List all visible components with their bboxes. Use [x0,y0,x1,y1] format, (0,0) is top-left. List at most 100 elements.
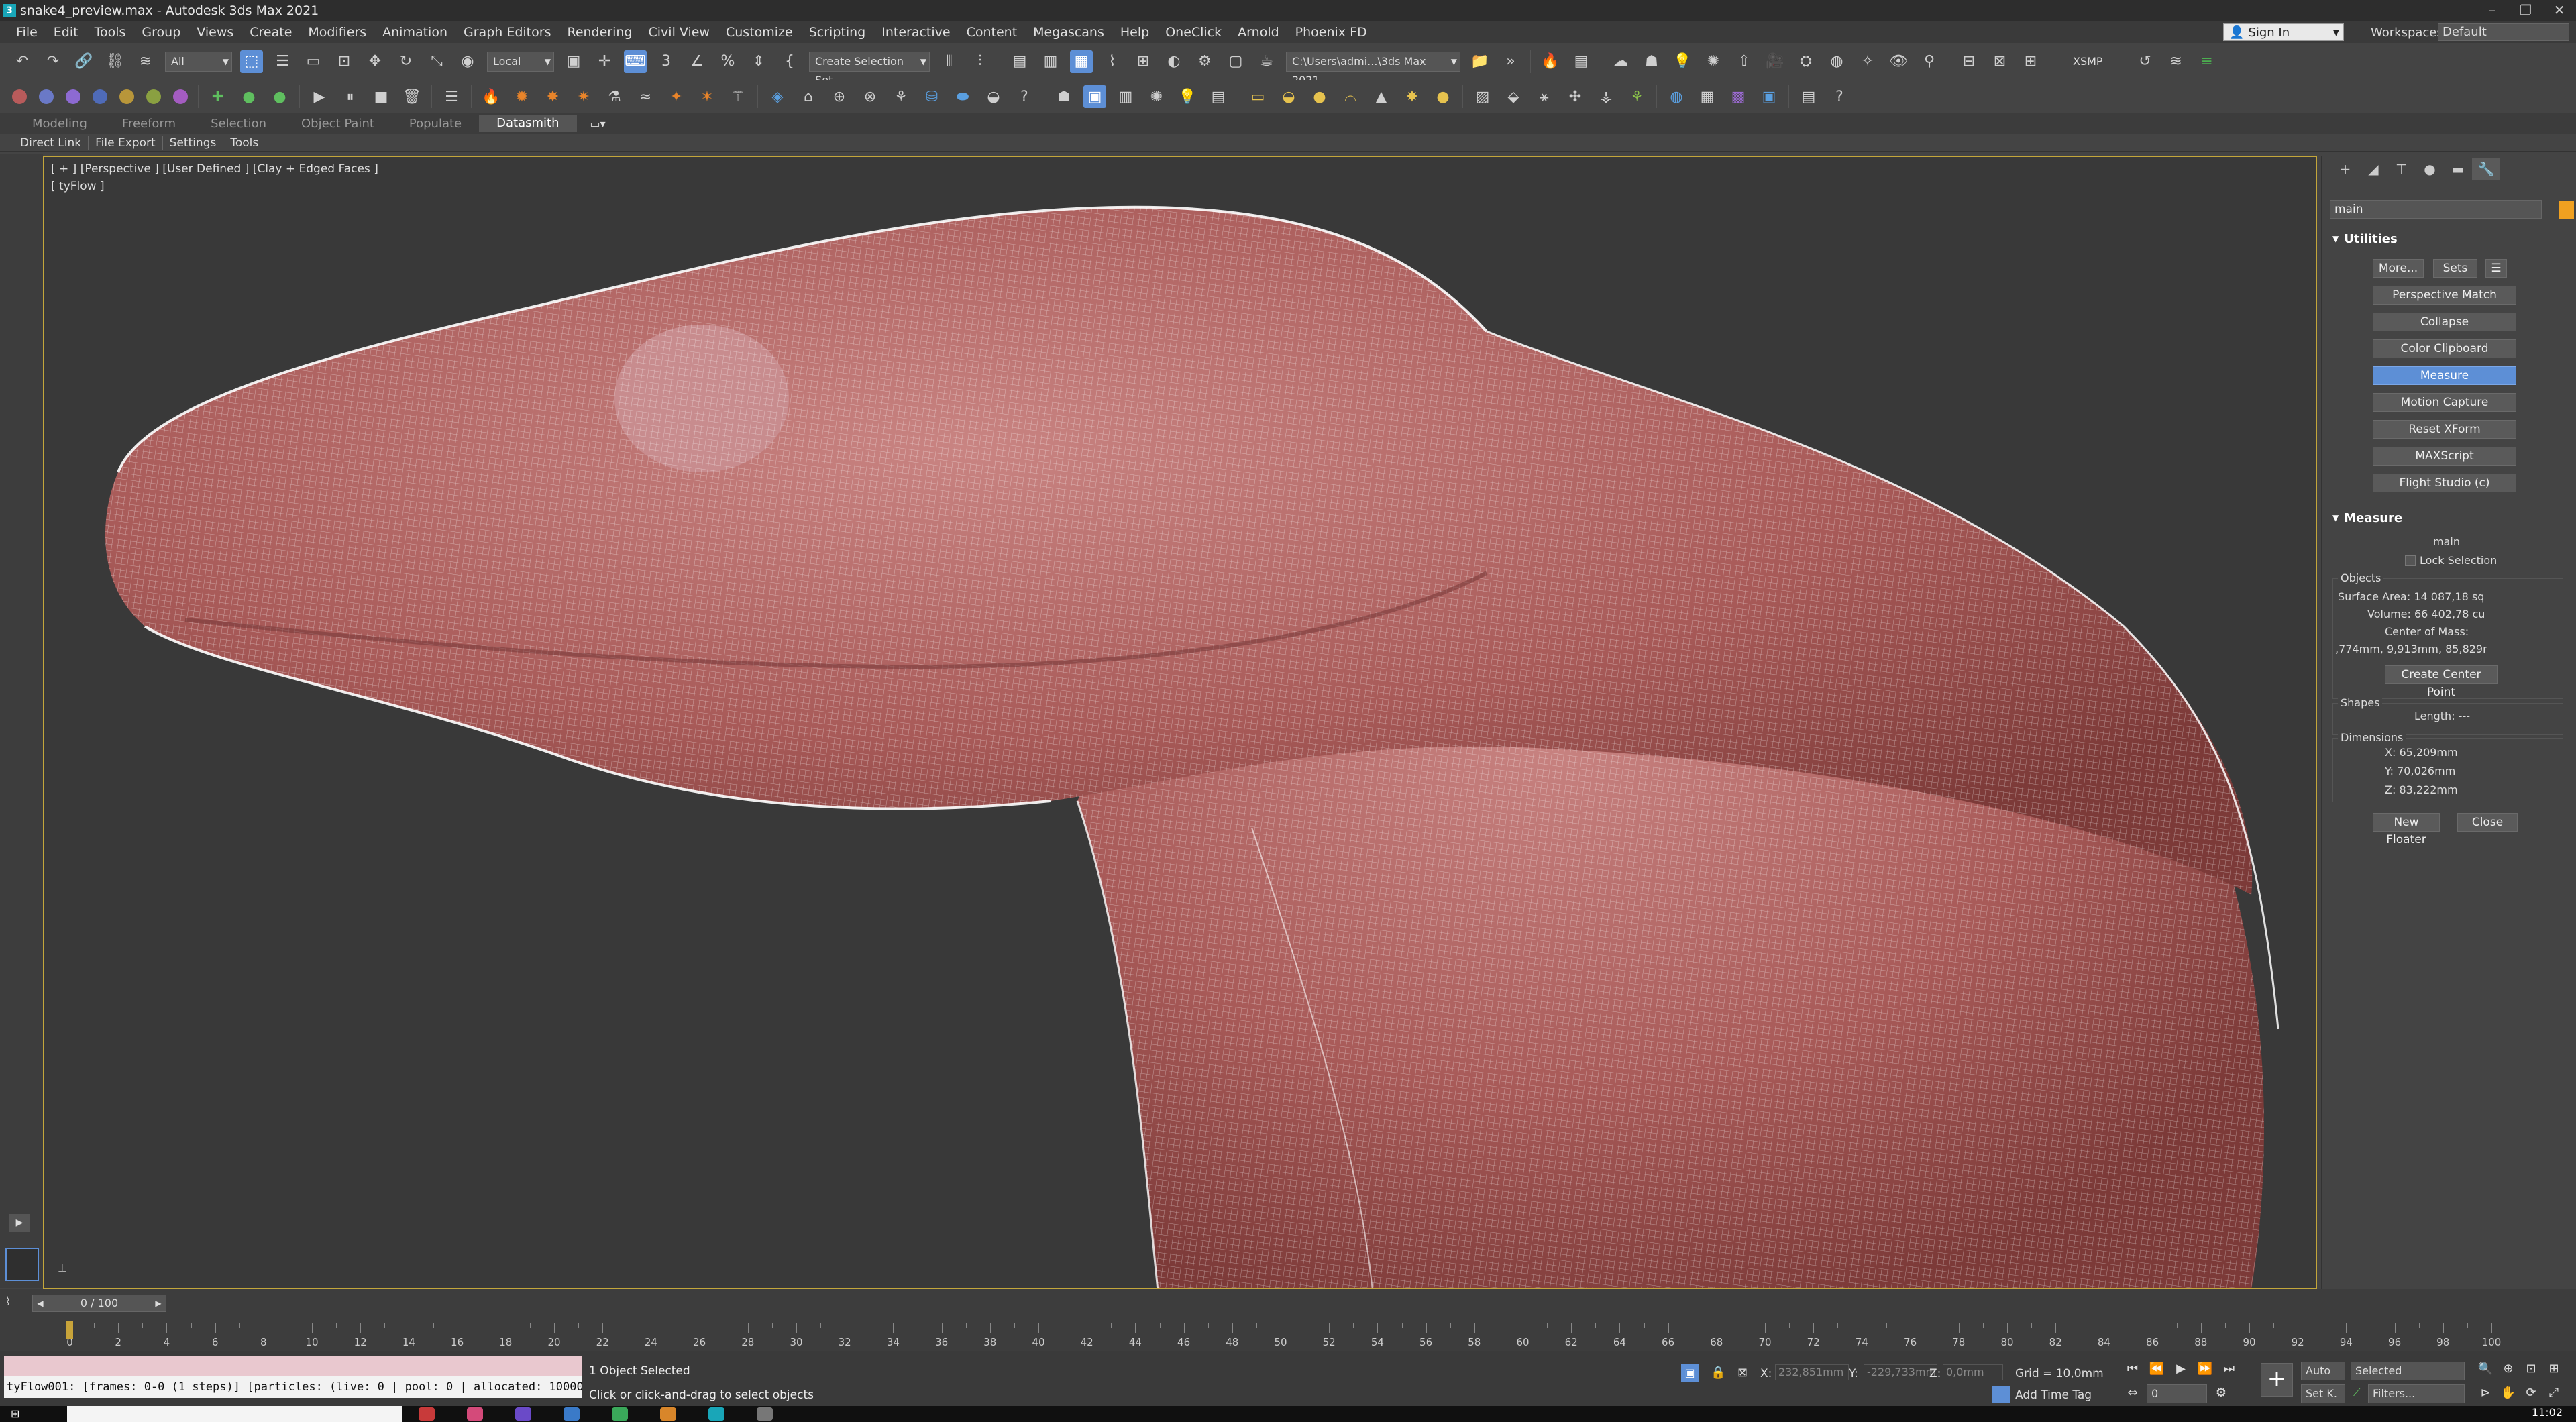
taskbar-app-pink-icon[interactable] [467,1407,483,1421]
selection-lock-icon[interactable]: 🔒 [1711,1366,1725,1380]
scene-explorer-icon[interactable]: ▤ [1008,50,1031,73]
fire-fx-icon[interactable]: ✷ [572,85,595,108]
phoenix-wand-icon[interactable]: ⚚ [727,85,749,108]
maximize-viewport-icon[interactable]: ⤢ [2544,1384,2564,1402]
fire-grid-icon[interactable]: ✹ [511,85,533,108]
select-rotate-icon[interactable]: ↻ [394,50,417,73]
snaps-toggle-icon[interactable]: 3 [655,50,678,73]
key-mode-toggle-icon[interactable]: ⇔ [2123,1384,2143,1402]
liquid-emitter-icon[interactable]: ◒ [982,85,1005,108]
utilities-rollout-header[interactable]: ▼ Utilities [2327,229,2562,248]
wave-icon[interactable]: ⊕ [828,85,851,108]
sets-button[interactable]: Sets [2433,259,2477,278]
absolute-mode-icon[interactable]: ⊠ [1737,1366,1748,1380]
pivot-center-icon[interactable]: ▣ [562,50,585,73]
viewport-tyflow-label[interactable]: [ tyFlow ] [51,180,105,193]
help-icon[interactable]: ? [1013,85,1036,108]
color-clipboard-button[interactable]: Color Clipboard [2373,339,2516,358]
bucket-icon[interactable]: ⛁ [920,85,943,108]
measure-button[interactable]: Measure [2373,366,2516,385]
ies-light-icon[interactable]: ▲ [1370,85,1393,108]
ribbon-tab-populate[interactable]: Populate [392,117,479,131]
frame-buffer-icon[interactable]: ▣ [1083,85,1106,108]
taskbar-app-blue-icon[interactable] [564,1407,580,1421]
scatter-icon[interactable]: ✣ [1564,85,1587,108]
plane-light-icon[interactable]: ▭ [1246,85,1269,108]
selection-filter-select[interactable]: All ▼ [165,51,232,72]
object-color-swatch[interactable] [2559,201,2574,219]
pause-icon[interactable]: ⏸ [339,85,362,108]
feather-icon[interactable]: ⚹ [1533,85,1556,108]
tyflow-purple-icon[interactable] [66,89,80,104]
ribbon-options-icon[interactable]: ▭▾ [590,117,606,130]
rendered-frame-window-icon[interactable]: ▢ [1224,50,1247,73]
go-to-end-icon[interactable]: ⏭ [2219,1360,2239,1378]
phoenix-tool-icon[interactable]: ⚗ [603,85,626,108]
current-frame-field[interactable]: 0 [2147,1384,2207,1403]
green-dot-icon[interactable]: ● [268,85,291,108]
menu-phoenix-fd[interactable]: Phoenix FD [1287,25,1375,40]
window-crossing-icon[interactable]: ⊡ [333,50,356,73]
hierarchy-tab-icon[interactable]: ⊤ [2387,158,2416,180]
start-icon[interactable]: ⊞ [11,1407,27,1421]
taskbar-app-green-icon[interactable] [612,1407,628,1421]
previous-key-icon[interactable]: ⏪ [2147,1360,2167,1378]
phoenix-fire-icon[interactable]: 🔥 [1539,50,1562,73]
teapot-icon[interactable]: ☗ [1640,50,1663,73]
undo-icon[interactable]: ↶ [11,50,34,73]
ambient-light-icon[interactable]: ● [1432,85,1454,108]
place-icon[interactable]: ◉ [456,50,479,73]
maxscript-listener[interactable]: tyFlow001: [frames: 0-0 (1 steps)] [part… [4,1356,582,1399]
align-icon[interactable]: ⫶ [969,50,991,73]
ribbon-tab-datasmith[interactable]: Datasmith [479,115,577,132]
x-coordinate-field[interactable]: 232,851mm [1775,1364,1849,1380]
pan-view-icon[interactable]: ✋ [2498,1384,2518,1402]
link-icon[interactable]: 🔗 [72,50,95,73]
select-scale-icon[interactable]: ⤡ [425,50,448,73]
sphere-material-icon[interactable]: ◍ [1665,85,1688,108]
perspective-viewport[interactable]: [ + ] [Perspective ] [User Defined ] [Cl… [43,156,2317,1289]
schematic-view-icon[interactable]: ⊞ [1132,50,1155,73]
list-icon[interactable]: ☰ [440,85,463,108]
tyflow-violet-icon[interactable] [173,89,188,104]
create-tab-icon[interactable]: + [2331,158,2359,180]
tyflow-olive-icon[interactable] [146,89,161,104]
subtab-tools[interactable]: Tools [223,136,265,150]
angle-snap-icon[interactable]: ∠ [686,50,708,73]
layers-icon[interactable]: ≡ [2196,50,2218,73]
proxy-icon[interactable]: ⬙ [1502,85,1525,108]
tyflow-red-icon[interactable] [12,89,27,104]
track-bar[interactable]: 0 2 4 6 8 10 12 14 16 18 20 22 24 26 28 30 32 34 36 38 40 42 4… [64,1323,2513,1350]
phoenix-source-icon[interactable]: ≈ [634,85,657,108]
material-editor-icon[interactable]: ◐ [1163,50,1185,73]
tyflow-gold-icon[interactable] [119,89,134,104]
menu-file[interactable]: File [8,25,46,40]
phoenix-simulate-icon[interactable]: ✦ [665,85,688,108]
zoom-icon[interactable]: 🔍 [2475,1360,2496,1378]
foam-icon[interactable]: ⊗ [859,85,881,108]
lock-selection-checkbox[interactable] [2405,555,2416,566]
zoom-extents-all-icon[interactable]: ⊞ [2544,1360,2564,1378]
menu-content[interactable]: Content [959,25,1026,40]
sign-in-dropdown[interactable]: 👤 Sign In ▼ [2223,23,2344,41]
key-selection-select[interactable]: Selected [2351,1362,2465,1380]
menu-modifiers[interactable]: Modifiers [300,25,374,40]
edit-named-selection-icon[interactable]: { [778,50,801,73]
create-center-point-button[interactable]: Create Center Point [2385,665,2498,699]
select-manipulate-icon[interactable]: ✛ [593,50,616,73]
sphere-icon[interactable]: ◍ [1825,50,1848,73]
keyboard-shortcut-override-icon[interactable]: ⌨ [624,50,647,73]
layer-explorer-icon[interactable]: ▥ [1039,50,1062,73]
trash-icon[interactable]: 🗑 [400,85,423,108]
subtab-file-export[interactable]: File Export [89,135,163,150]
fur-icon[interactable]: ▨ [1471,85,1494,108]
phoenix-fire-preset-icon[interactable]: ✶ [696,85,718,108]
taskbar-app-purple-icon[interactable] [515,1407,531,1421]
percent-snap-icon[interactable]: % [716,50,739,73]
menu-create[interactable]: Create [241,25,300,40]
spinner-snap-icon[interactable]: ⇕ [747,50,770,73]
arrow-up-icon[interactable]: ⇧ [1733,50,1756,73]
grid-icon[interactable]: ⊞ [2019,50,2042,73]
light-icon[interactable]: 💡 [1671,50,1694,73]
sun-light-icon[interactable]: ✸ [1401,85,1424,108]
